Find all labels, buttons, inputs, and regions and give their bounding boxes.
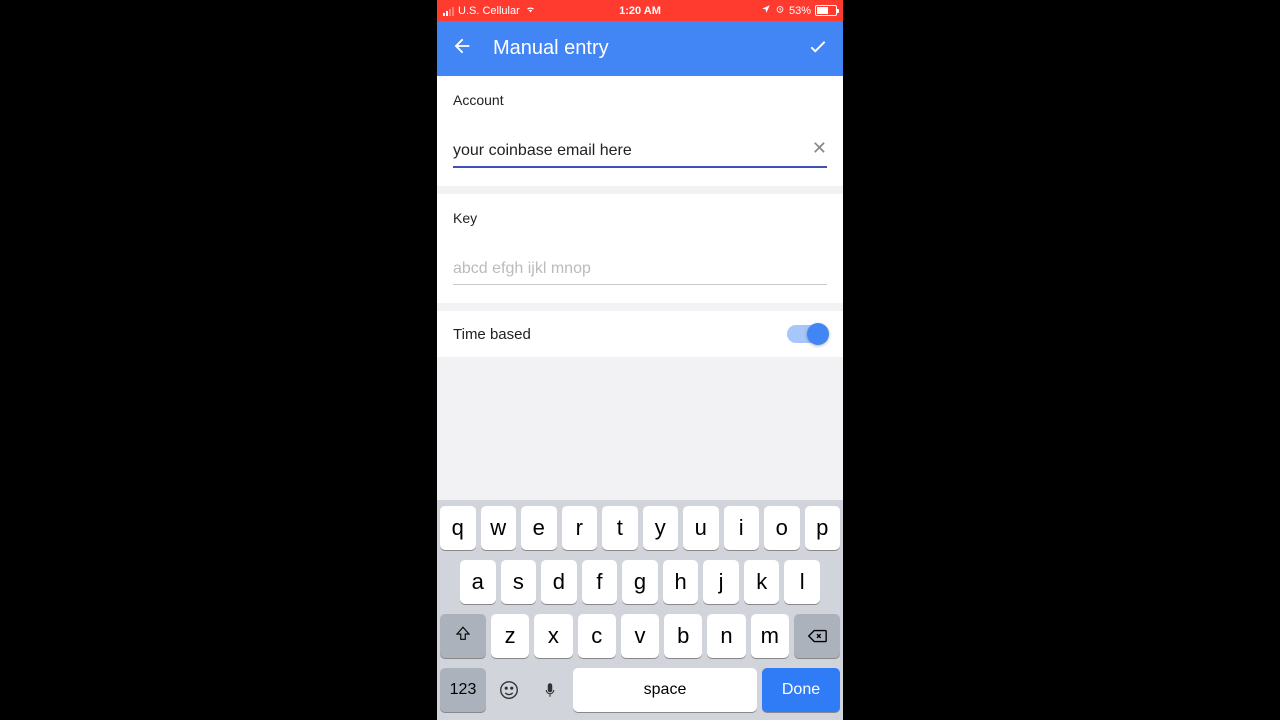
key-l[interactable]: l xyxy=(784,560,820,604)
key-n[interactable]: n xyxy=(707,614,745,658)
clear-icon[interactable]: ✕ xyxy=(812,138,827,159)
keyboard-row-2: asdfghjkl xyxy=(440,560,840,604)
key-f[interactable]: f xyxy=(582,560,618,604)
key-z[interactable]: z xyxy=(491,614,529,658)
back-arrow-icon[interactable] xyxy=(451,35,473,62)
key-p[interactable]: p xyxy=(805,506,841,550)
key-b[interactable]: b xyxy=(664,614,702,658)
shift-key[interactable] xyxy=(440,614,486,658)
keyboard-row-1: qwertyuiop xyxy=(440,506,840,550)
page-title: Manual entry xyxy=(493,37,807,60)
key-input[interactable] xyxy=(453,254,827,285)
status-time: 1:20 AM xyxy=(437,5,843,17)
key-v[interactable]: v xyxy=(621,614,659,658)
app-bar: Manual entry xyxy=(437,21,843,76)
toggle-knob xyxy=(807,323,829,345)
account-input-wrap: ✕ xyxy=(453,136,827,168)
key-label: Key xyxy=(453,210,827,226)
shift-icon xyxy=(454,623,472,649)
key-section: Key xyxy=(437,194,843,303)
space-key[interactable]: space xyxy=(573,668,757,712)
key-t[interactable]: t xyxy=(602,506,638,550)
account-input[interactable] xyxy=(453,136,827,168)
key-input-wrap xyxy=(453,254,827,285)
key-m[interactable]: m xyxy=(751,614,789,658)
battery-icon xyxy=(815,5,837,16)
backspace-key[interactable] xyxy=(794,614,840,658)
key-e[interactable]: e xyxy=(521,506,557,550)
numbers-key[interactable]: 123 xyxy=(440,668,486,712)
key-d[interactable]: d xyxy=(541,560,577,604)
key-g[interactable]: g xyxy=(622,560,658,604)
keyboard-row-4: 123 space Done xyxy=(440,668,840,712)
timebased-toggle[interactable] xyxy=(787,325,827,343)
keyboard-row-3: zxcvbnm xyxy=(440,614,840,658)
account-label: Account xyxy=(453,92,827,108)
status-bar: U.S. Cellular 1:20 AM 53% xyxy=(437,0,843,21)
key-a[interactable]: a xyxy=(460,560,496,604)
done-key[interactable]: Done xyxy=(762,668,840,712)
key-h[interactable]: h xyxy=(663,560,699,604)
emoji-key[interactable] xyxy=(491,668,527,712)
key-w[interactable]: w xyxy=(481,506,517,550)
form-content: Account ✕ Key Time based xyxy=(437,76,843,500)
key-r[interactable]: r xyxy=(562,506,598,550)
timebased-label: Time based xyxy=(453,326,787,343)
key-y[interactable]: y xyxy=(643,506,679,550)
key-o[interactable]: o xyxy=(764,506,800,550)
mic-key[interactable] xyxy=(532,668,568,712)
key-k[interactable]: k xyxy=(744,560,780,604)
key-j[interactable]: j xyxy=(703,560,739,604)
key-i[interactable]: i xyxy=(724,506,760,550)
key-c[interactable]: c xyxy=(578,614,616,658)
key-u[interactable]: u xyxy=(683,506,719,550)
key-x[interactable]: x xyxy=(534,614,572,658)
keyboard: qwertyuiop asdfghjkl zxcvbnm 123 space D… xyxy=(437,500,843,720)
phone-frame: U.S. Cellular 1:20 AM 53% Manual entry xyxy=(437,0,843,720)
timebased-row: Time based xyxy=(437,311,843,357)
account-section: Account ✕ xyxy=(437,76,843,186)
key-s[interactable]: s xyxy=(501,560,537,604)
key-q[interactable]: q xyxy=(440,506,476,550)
confirm-check-icon[interactable] xyxy=(807,35,829,62)
